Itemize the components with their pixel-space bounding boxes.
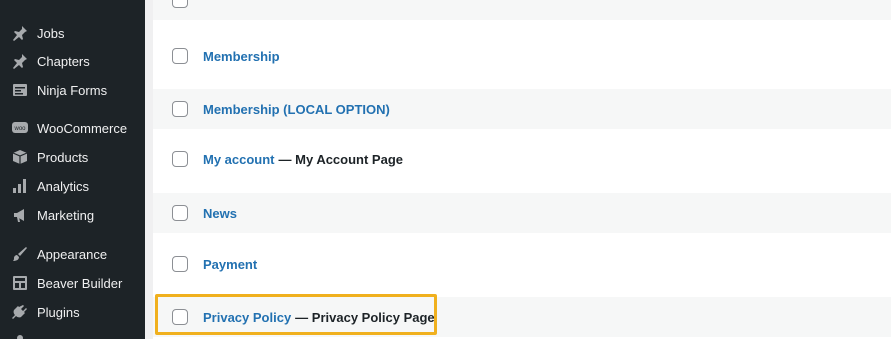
sidebar-item-plugins[interactable]: Plugins — [0, 301, 145, 323]
page-title-link[interactable]: My account — [203, 152, 275, 167]
products-icon — [10, 147, 30, 167]
page-title-link[interactable]: News — [203, 206, 237, 221]
users-icon — [10, 331, 30, 339]
list-item[interactable]: News — [153, 193, 891, 233]
sidebar-item-label: Plugins — [37, 304, 80, 320]
sidebar-item-chapters[interactable]: Chapters — [0, 50, 145, 72]
page-title-link[interactable]: Membership — [203, 49, 280, 64]
sidebar-item-label: Jobs — [37, 25, 65, 41]
row-checkbox[interactable] — [172, 101, 188, 117]
row-checkbox[interactable] — [172, 48, 188, 64]
svg-text:woo: woo — [13, 126, 26, 132]
sidebar-item-partial[interactable] — [0, 330, 145, 339]
sidebar-item-appearance[interactable]: Appearance — [0, 243, 145, 265]
page-state: — Privacy Policy Page — [295, 309, 435, 325]
bar-chart-icon — [10, 176, 30, 196]
layout-icon — [10, 273, 30, 293]
forms-icon — [10, 80, 30, 100]
sidebar-item-marketing[interactable]: Marketing — [0, 204, 145, 226]
sidebar-item-label: Products — [37, 149, 89, 165]
pin-icon — [10, 51, 30, 71]
row-checkbox[interactable] — [172, 256, 188, 272]
page-title-link[interactable]: Privacy Policy — [203, 310, 291, 325]
admin-sidebar: Jobs Chapters Ninja Forms woo WooCommerc… — [0, 0, 145, 339]
page-title-link[interactable]: Membership (LOCAL OPTION) — [203, 102, 390, 117]
paintbrush-icon — [10, 244, 30, 264]
plugin-icon — [10, 302, 30, 322]
row-checkbox[interactable] — [172, 151, 188, 167]
row-checkbox[interactable] — [172, 309, 188, 325]
list-item[interactable]: My account — My Account Page — [153, 142, 891, 176]
sidebar-item-analytics[interactable]: Analytics — [0, 175, 145, 197]
sidebar-item-label: Chapters — [37, 53, 90, 69]
sidebar-item-label: Appearance — [37, 246, 108, 262]
sidebar-item-label: Beaver Builder — [37, 275, 123, 291]
list-item[interactable]: Privacy Policy — Privacy Policy Page — [153, 297, 891, 337]
list-item[interactable] — [153, 0, 891, 20]
page-title-link[interactable]: Payment — [203, 257, 257, 272]
sidebar-item-label: Analytics — [37, 178, 90, 194]
row-checkbox[interactable] — [172, 205, 188, 221]
sidebar-item-label: WooCommerce — [37, 120, 128, 136]
pages-checklist: Membership Membership (LOCAL OPTION) My … — [153, 0, 891, 339]
list-item[interactable]: Membership — [153, 40, 891, 72]
main-content: Membership Membership (LOCAL OPTION) My … — [145, 0, 891, 339]
sidebar-item-ninja-forms[interactable]: Ninja Forms — [0, 79, 145, 101]
megaphone-icon — [10, 205, 30, 225]
sidebar-item-label: Ninja Forms — [37, 82, 108, 98]
sidebar-item-products[interactable]: Products — [0, 146, 145, 168]
list-item[interactable]: Payment — [153, 247, 891, 281]
row-checkbox[interactable] — [172, 0, 188, 8]
list-item[interactable]: Membership (LOCAL OPTION) — [153, 89, 891, 129]
sidebar-item-label: Marketing — [37, 207, 95, 223]
woo-icon: woo — [10, 118, 30, 138]
sidebar-item-beaver-builder[interactable]: Beaver Builder — [0, 272, 145, 294]
page-state: — My Account Page — [278, 151, 403, 167]
pin-icon — [10, 23, 30, 43]
sidebar-item-woocommerce[interactable]: woo WooCommerce — [0, 117, 145, 139]
sidebar-item-jobs[interactable]: Jobs — [0, 22, 145, 44]
